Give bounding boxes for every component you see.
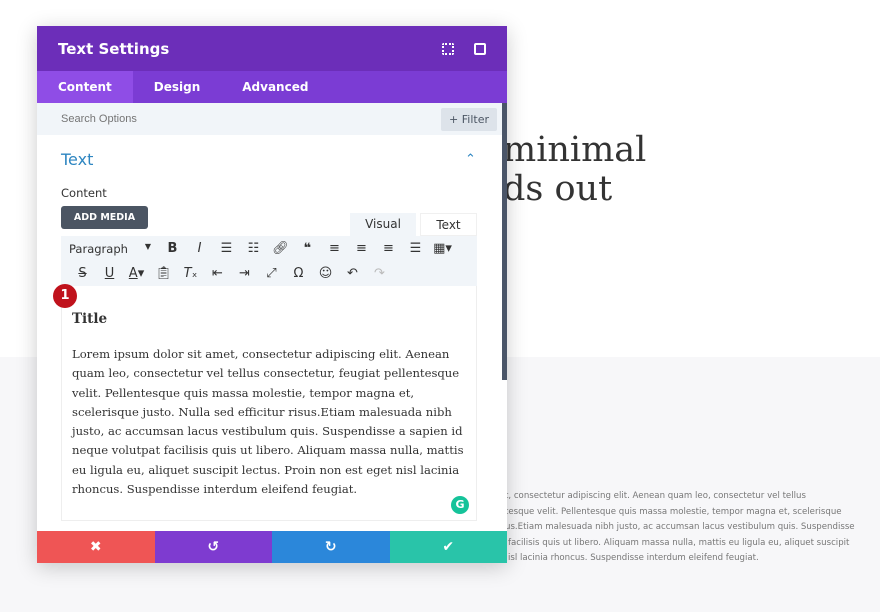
fullscreen-icon[interactable] — [442, 42, 454, 55]
fullscreen-editor-icon[interactable]: ⤢ — [258, 266, 285, 281]
bullet-list-icon[interactable]: ☰ — [213, 241, 240, 256]
align-center-icon[interactable]: ≡ — [348, 241, 375, 256]
editor-body: Lorem ipsum dolor sit amet, consectetur … — [72, 347, 464, 497]
editor-title: Title — [72, 311, 108, 327]
text-color-icon[interactable]: A▾ — [123, 266, 150, 281]
tab-visual[interactable]: Visual — [350, 213, 416, 236]
body-line: tesque velit. Pellentesque quis massa mo… — [505, 506, 842, 517]
text-settings-modal: Text Settings Content Design Advanced + … — [37, 26, 507, 563]
modal-footer: ✖ ↺ ↻ ✔ — [37, 531, 507, 563]
align-right-icon[interactable]: ≡ — [375, 241, 402, 256]
body-line: us.Etiam malesuada nibh justo, ac accums… — [505, 522, 855, 532]
redo-icon[interactable]: ↷ — [366, 266, 393, 281]
body-line: t, consectetur adipiscing elit. Aenean q… — [505, 491, 806, 501]
format-select[interactable]: Paragraph ▼ — [69, 242, 159, 256]
headline-line-2: ds out — [503, 169, 613, 209]
headline-line-1: minimal — [503, 130, 647, 170]
undo-button[interactable]: ↺ — [154, 531, 272, 563]
modal-tabs: Content Design Advanced — [37, 71, 507, 103]
clear-format-icon[interactable]: Tₓ — [177, 266, 204, 281]
chevron-up-icon[interactable]: ⌃ — [465, 152, 476, 167]
editor-toolbar: Paragraph ▼ B I ☰ ☷ 🔗︎ ❝ ≡ ≡ ≡ ☰ ▦▾ S U … — [61, 236, 477, 286]
link-icon[interactable]: 🔗︎ — [267, 241, 294, 256]
search-options-input[interactable] — [61, 113, 442, 125]
modal-title: Text Settings — [58, 39, 170, 58]
body-line: facilisis quis ut libero. Aliquam massa … — [508, 537, 850, 548]
numbered-list-icon[interactable]: ☷ — [240, 241, 267, 256]
add-media-button[interactable]: ADD MEDIA — [61, 206, 148, 229]
special-char-icon[interactable]: Ω — [285, 266, 312, 281]
justify-icon[interactable]: ☰ — [402, 241, 429, 256]
editor-content[interactable]: Title Lorem ipsum dolor sit amet, consec… — [61, 286, 477, 521]
paste-text-icon[interactable]: 📋︎ — [150, 266, 177, 281]
italic-icon[interactable]: I — [186, 241, 213, 256]
cancel-button[interactable]: ✖ — [37, 531, 155, 563]
strikethrough-icon[interactable]: S — [69, 266, 96, 281]
redo-button[interactable]: ↻ — [272, 531, 390, 563]
format-select-value: Paragraph — [69, 241, 128, 256]
body-line: isl lacinia rhoncus. Suspendisse interdu… — [508, 553, 759, 563]
save-button[interactable]: ✔ — [389, 531, 507, 563]
sidebar-layout-icon[interactable] — [474, 42, 486, 55]
tab-content[interactable]: Content — [37, 71, 133, 103]
indent-icon[interactable]: ⇥ — [231, 266, 258, 281]
underline-icon[interactable]: U — [96, 266, 123, 281]
emoji-icon[interactable]: ☺ — [312, 266, 339, 281]
section-title[interactable]: Text — [61, 150, 93, 169]
table-icon[interactable]: ▦▾ — [429, 241, 456, 256]
tab-advanced[interactable]: Advanced — [221, 71, 329, 103]
scrollbar[interactable] — [502, 103, 507, 380]
background-body: t, consectetur adipiscing elit. Aenean q… — [505, 489, 855, 567]
tab-design[interactable]: Design — [133, 71, 222, 103]
content-label: Content — [61, 186, 107, 200]
bold-icon[interactable]: B — [159, 241, 186, 256]
step-badge: 1 — [53, 284, 77, 308]
blockquote-icon[interactable]: ❝ — [294, 241, 321, 256]
modal-header: Text Settings — [37, 26, 507, 71]
undo-icon[interactable]: ↶ — [339, 266, 366, 281]
outdent-icon[interactable]: ⇤ — [204, 266, 231, 281]
grammarly-icon[interactable]: G — [451, 496, 469, 514]
search-bar: + Filter — [37, 103, 507, 135]
filter-button[interactable]: + Filter — [441, 107, 497, 131]
align-left-icon[interactable]: ≡ — [321, 241, 348, 256]
tab-text[interactable]: Text — [420, 213, 477, 236]
